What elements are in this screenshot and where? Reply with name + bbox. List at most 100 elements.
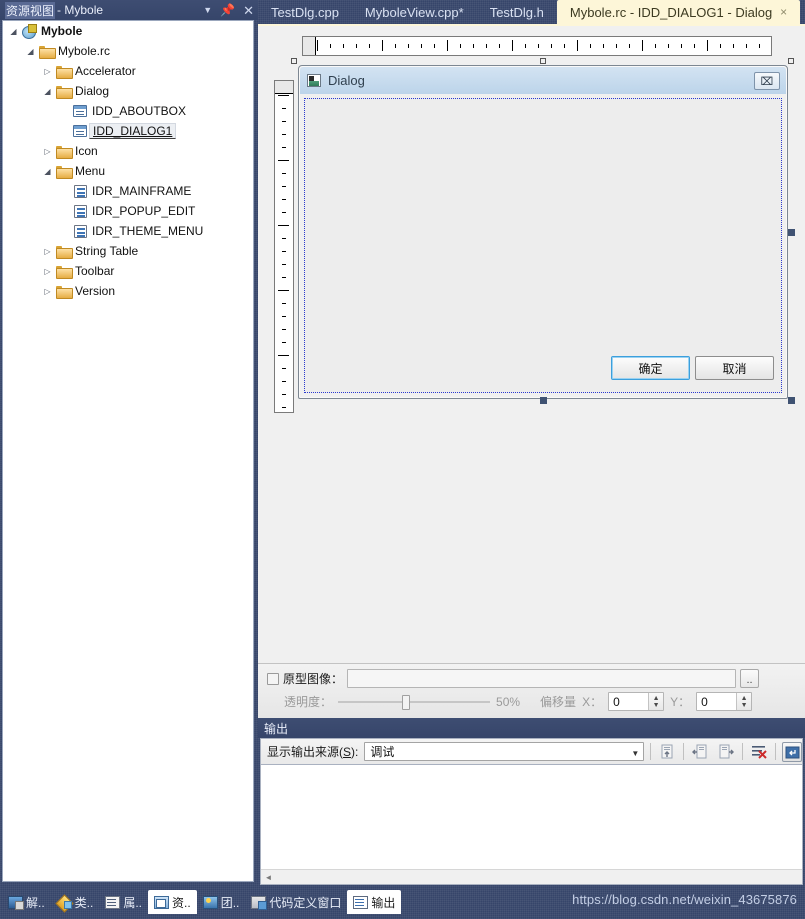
dialog-close-icon[interactable]: ⌧ xyxy=(754,72,780,90)
tree-item-icon[interactable]: ▷ Icon xyxy=(3,141,253,161)
resize-handle-middle-right[interactable] xyxy=(788,229,795,236)
tree-item-menu[interactable]: ◢ Menu xyxy=(3,161,253,181)
clear-all-icon[interactable] xyxy=(749,742,769,762)
pin-icon[interactable]: 📌 xyxy=(220,4,235,16)
ruler-tick xyxy=(282,173,286,174)
browse-button[interactable]: .. xyxy=(740,669,760,688)
offset-x-spin-arrows[interactable]: ▲ ▼ xyxy=(648,693,664,710)
offset-x-stepper[interactable]: 0 ▲ ▼ xyxy=(608,692,665,711)
resource-tree[interactable]: ◢ Mybole ◢ Mybole.rc ▷ Accelerator ◢ Dialog IDD_… xyxy=(2,20,254,882)
find-message-in-code-icon[interactable] xyxy=(657,742,677,762)
expander-closed-icon[interactable]: ▷ xyxy=(41,247,54,256)
tree-item-string-table[interactable]: ▷ String Table xyxy=(3,241,253,261)
slider-thumb[interactable] xyxy=(402,694,411,710)
tree-item-dialog[interactable]: ◢ Dialog xyxy=(3,81,253,101)
tree-item-idd-aboutbox[interactable]: IDD_ABOUTBOX xyxy=(3,101,253,121)
ruler-tick xyxy=(681,44,682,48)
dialog-client-area[interactable]: 确定 取消 xyxy=(304,98,782,393)
dialog-frame: Dialog ⌧ 确定 取消 xyxy=(298,65,788,399)
bottom-tab-resource-view[interactable]: 资.. xyxy=(148,890,197,914)
tree-item-idr-theme-menu[interactable]: IDR_THEME_MENU xyxy=(3,221,253,241)
tree-item-mybole-rc[interactable]: ◢ Mybole.rc xyxy=(3,41,253,61)
transparency-label: 透明度： xyxy=(284,695,333,709)
ruler-tick xyxy=(382,40,383,51)
ruler-tick xyxy=(282,329,286,330)
output-source-dropdown[interactable]: 调试 ▼ xyxy=(364,742,645,761)
designer-canvas[interactable]: Dialog ⌧ 确定 取消 xyxy=(262,30,803,663)
tab-close-icon[interactable]: × xyxy=(780,5,787,19)
resize-handle-bottom-right[interactable] xyxy=(788,397,795,404)
ruler-tick xyxy=(733,44,734,48)
dialog-ok-button[interactable]: 确定 xyxy=(611,356,690,380)
go-to-next-message-icon[interactable] xyxy=(716,742,736,762)
bottom-tabs[interactable]: 解.. 类.. 属.. 资.. 团.. 代码定义窗口 输出 xyxy=(2,888,402,914)
visual-studio-window: 资源视图 - Mybole ▼ 📌 ✕ ◢ Mybole ◢ Mybole.rc ▷ Ac… xyxy=(0,0,805,919)
prototype-image-checkbox[interactable] xyxy=(267,672,279,685)
resize-handle-bottom-center[interactable] xyxy=(540,397,547,404)
bottom-tab-output-window[interactable]: 输出 xyxy=(347,890,402,914)
panel-title-rest: - Mybole xyxy=(57,3,104,17)
vertical-ruler xyxy=(274,80,294,413)
scroll-left-arrow-icon[interactable]: ◄ xyxy=(261,873,276,882)
go-to-previous-message-icon[interactable] xyxy=(690,742,710,762)
expander-closed-icon[interactable]: ▷ xyxy=(41,267,54,276)
ruler-tick xyxy=(473,44,474,48)
code-definition-window-icon xyxy=(251,895,268,910)
offset-y-stepper[interactable]: 0 ▲ ▼ xyxy=(696,692,753,711)
expander-open-icon[interactable]: ◢ xyxy=(41,167,54,176)
output-text-area[interactable]: ◄ xyxy=(260,764,803,885)
prototype-image-input[interactable] xyxy=(347,669,737,688)
offset-y-spin-arrows[interactable]: ▲ ▼ xyxy=(736,693,752,710)
ruler-tick xyxy=(395,44,396,48)
expander-closed-icon[interactable]: ▷ xyxy=(41,147,54,156)
toggle-word-wrap-icon[interactable] xyxy=(782,741,802,762)
dialog-titlebar: Dialog ⌧ xyxy=(300,67,786,94)
tree-item-toolbar[interactable]: ▷ Toolbar xyxy=(3,261,253,281)
editor-tab-0[interactable]: TestDlg.cpp xyxy=(258,0,352,24)
bottom-tab-code-definition-window[interactable]: 代码定义窗口 xyxy=(245,890,347,914)
bottom-tab-properties[interactable]: 属.. xyxy=(99,890,148,914)
ruler-tick xyxy=(655,44,656,48)
bottom-tab-class-view[interactable]: 类.. xyxy=(51,890,100,914)
output-source-value: 调试 xyxy=(370,745,395,759)
dialog-designer-surface[interactable]: Dialog ⌧ 确定 取消 xyxy=(258,24,805,663)
panel-title-highlight: 资源视图 xyxy=(5,1,56,19)
resize-handle-top-left[interactable] xyxy=(291,58,297,64)
close-icon[interactable]: ✕ xyxy=(243,4,254,17)
chevron-down-icon[interactable]: ▼ xyxy=(203,5,212,15)
resize-handle-top-right[interactable] xyxy=(788,58,794,64)
tree-item-idr-mainframe[interactable]: IDR_MAINFRAME xyxy=(3,181,253,201)
bottom-tab-solution-explorer[interactable]: 解.. xyxy=(2,890,51,914)
expander-open-icon[interactable]: ◢ xyxy=(41,87,54,96)
ruler-tick xyxy=(707,40,708,51)
dialog-cancel-button[interactable]: 取消 xyxy=(695,356,774,380)
expander-open-icon[interactable]: ◢ xyxy=(7,27,20,36)
tree-item-label: IDR_THEME_MENU xyxy=(92,224,204,238)
expander-closed-icon[interactable]: ▷ xyxy=(41,287,54,296)
expander-closed-icon[interactable]: ▷ xyxy=(41,67,54,76)
output-horizontal-scrollbar[interactable]: ◄ xyxy=(261,869,802,884)
bottom-tab-team-explorer[interactable]: 团.. xyxy=(197,890,246,914)
ruler-tick xyxy=(694,44,695,48)
tree-item-version[interactable]: ▷ Version xyxy=(3,281,253,301)
resize-handle-top-center[interactable] xyxy=(540,58,546,64)
ruler-tick xyxy=(603,44,604,48)
editor-tab-3[interactable]: Mybole.rc - IDD_DIALOG1 - Dialog × xyxy=(556,0,801,24)
offset-label: 偏移量 xyxy=(540,695,577,709)
ruler-tick xyxy=(278,290,289,291)
design-dialog[interactable]: Dialog ⌧ 确定 取消 xyxy=(291,58,795,404)
editor-tab-label: TestDlg.cpp xyxy=(271,4,339,20)
editor-tab-strip[interactable]: TestDlg.cpp MyboleView.cpp* TestDlg.h Mybol… xyxy=(258,0,805,24)
ruler-tick xyxy=(278,225,289,226)
tree-item-idr-popup-edit[interactable]: IDR_POPUP_EDIT xyxy=(3,201,253,221)
tree-item-accelerator[interactable]: ▷ Accelerator xyxy=(3,61,253,81)
offset-x-label: X： xyxy=(582,695,603,709)
transparency-slider[interactable] xyxy=(338,694,491,710)
tree-item-mybole[interactable]: ◢ Mybole xyxy=(3,21,253,41)
expander-open-icon[interactable]: ◢ xyxy=(24,47,37,56)
ruler-tick xyxy=(278,160,289,161)
editor-tab-1[interactable]: MyboleView.cpp* xyxy=(352,0,477,24)
editor-tab-2[interactable]: TestDlg.h xyxy=(477,0,557,24)
tree-item-idd-dialog1[interactable]: IDD_DIALOG1 xyxy=(3,121,253,141)
ruler-tick xyxy=(447,40,448,51)
